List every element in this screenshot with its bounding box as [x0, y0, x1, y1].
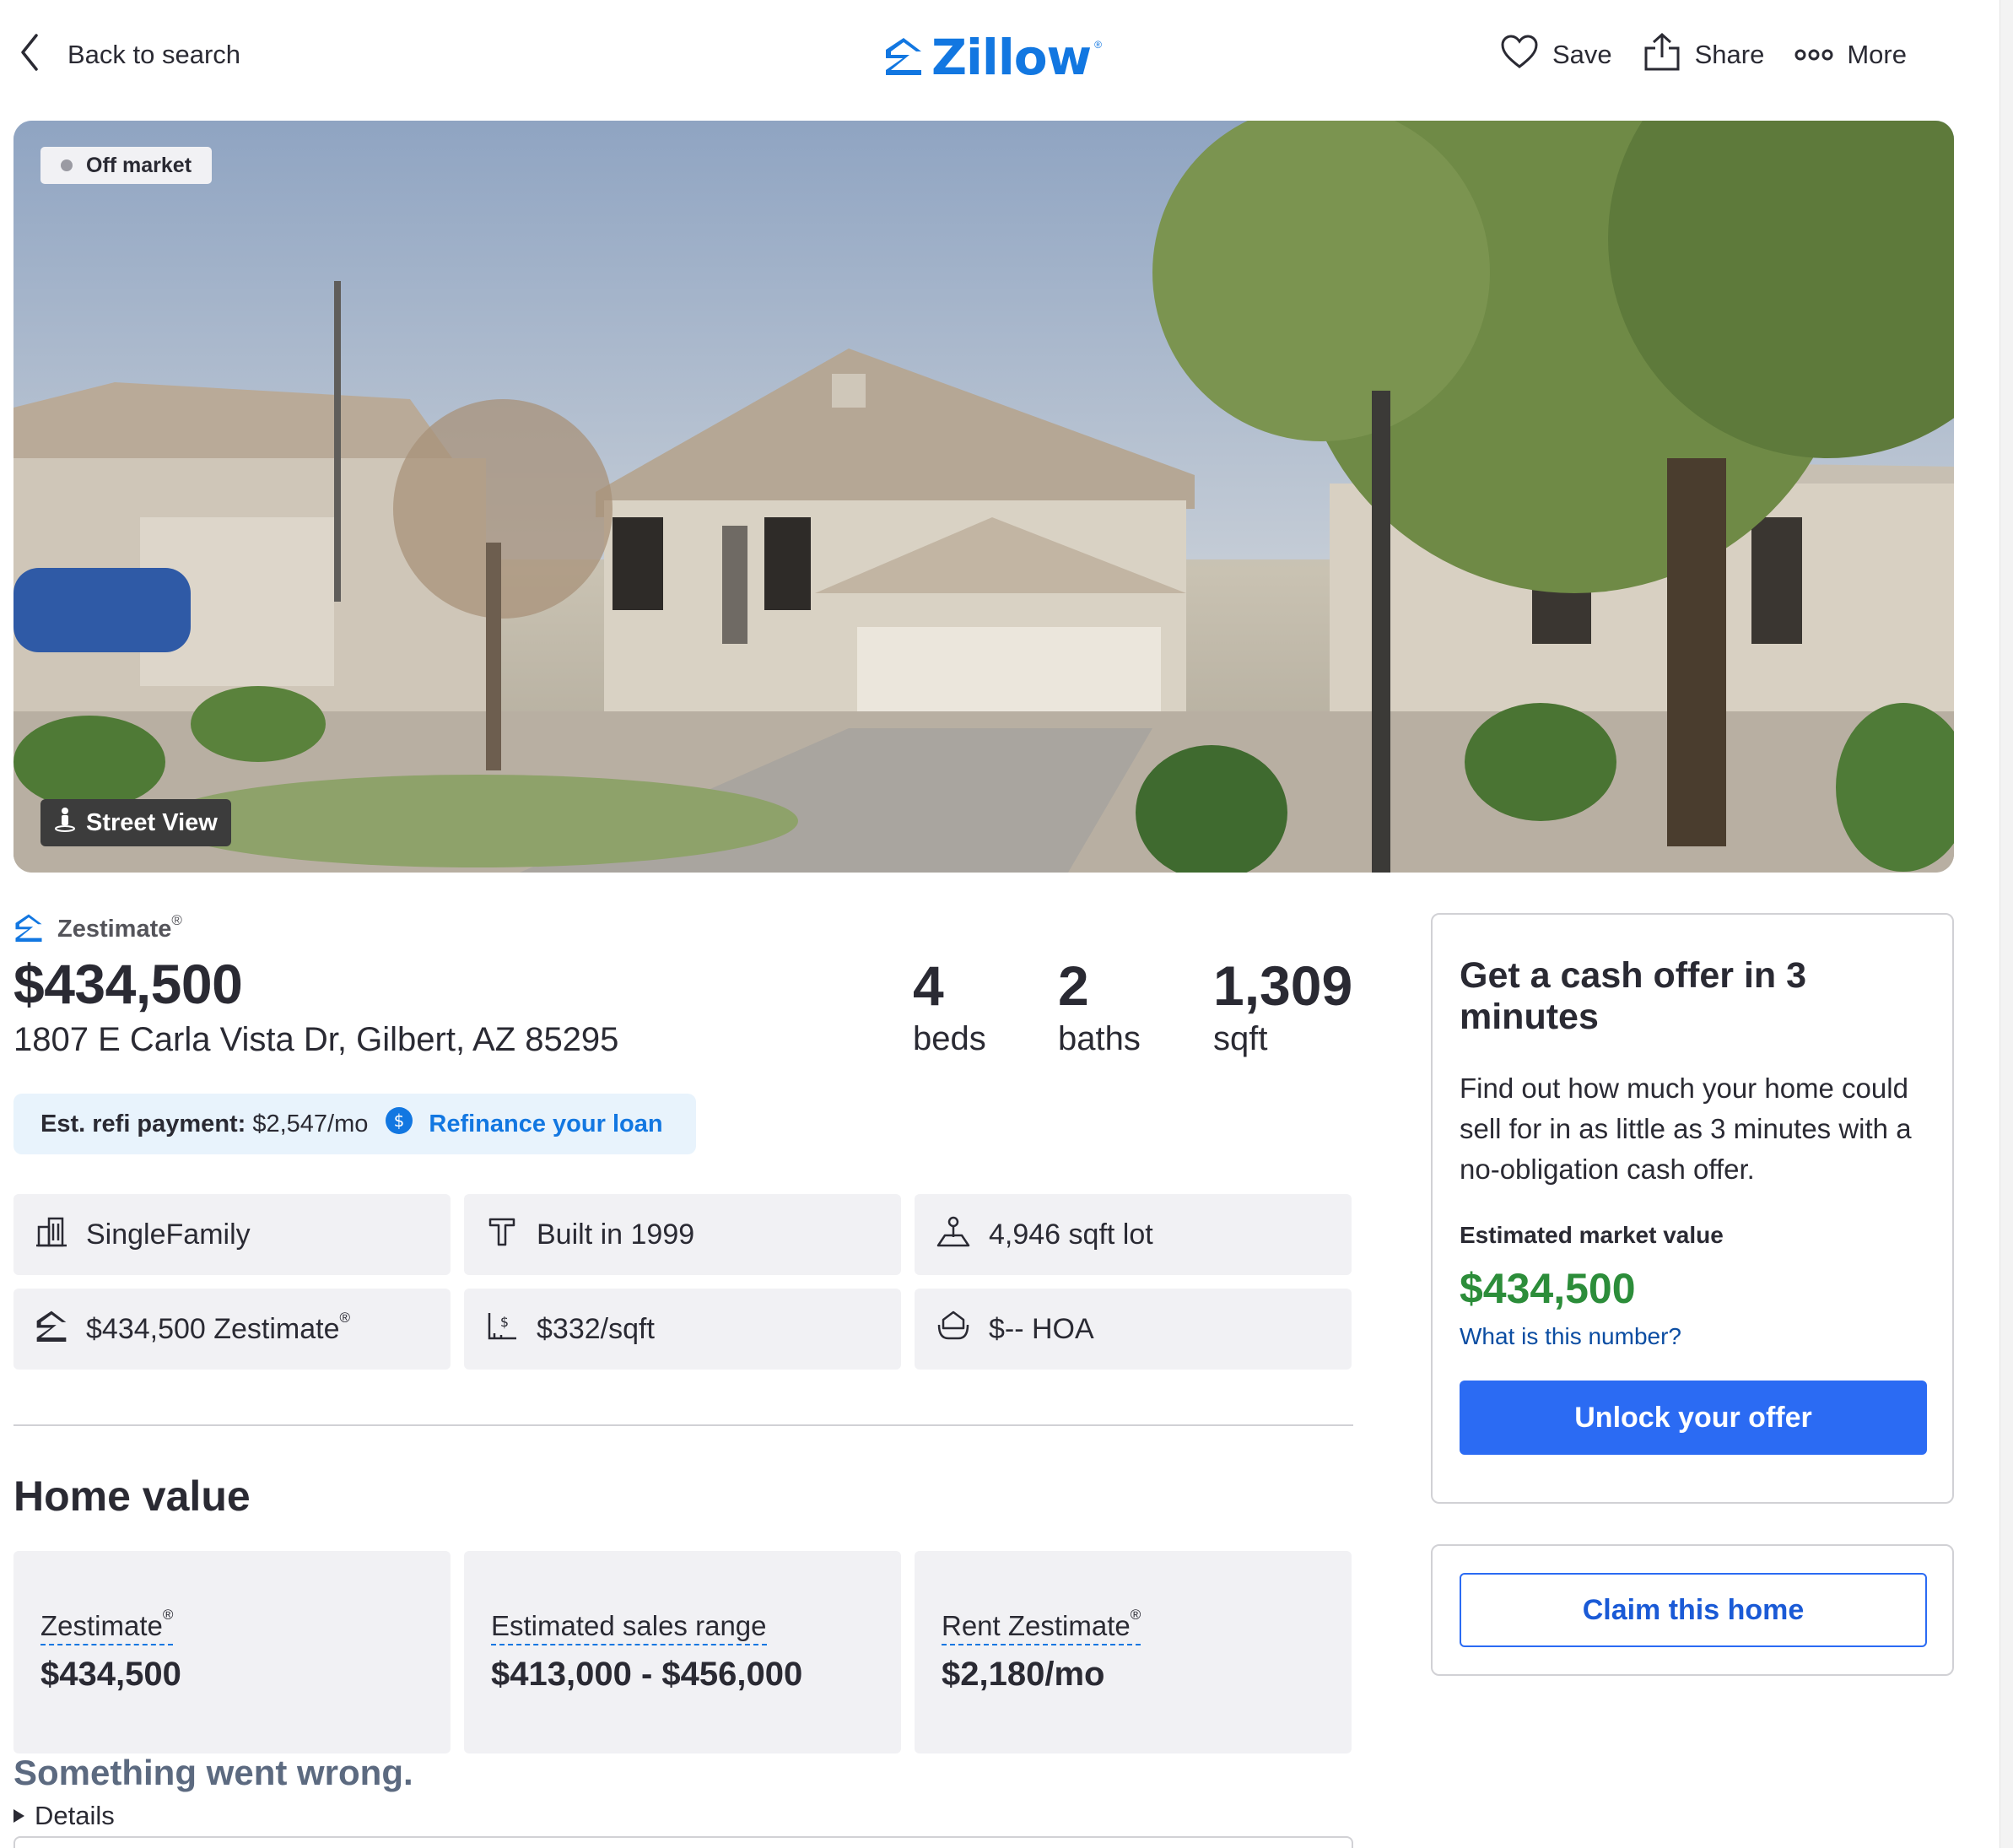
- header-actions: Save Share More: [1500, 32, 1907, 78]
- rent-zestimate-card-label[interactable]: Rent Zestimate®: [942, 1607, 1141, 1645]
- svg-text:$: $: [394, 1110, 405, 1131]
- zestimate-label: Zestimate®: [57, 912, 182, 943]
- cash-offer-title: Get a cash offer in 3 minutes: [1460, 955, 1807, 1037]
- registered-mark: ®: [1130, 1607, 1141, 1623]
- fact-tile-price-per-sqft: $ $332/sqft: [464, 1289, 901, 1370]
- off-market-label: Off market: [86, 153, 192, 177]
- street-view-label: Street View: [86, 808, 218, 836]
- property-address: 1807 E Carla Vista Dr, Gilbert, AZ 85295: [13, 1021, 619, 1058]
- back-to-search-label: Back to search: [67, 39, 241, 69]
- baths-fact: 2 baths: [1058, 954, 1213, 1060]
- share-icon: [1643, 32, 1681, 78]
- building-icon: [35, 1215, 67, 1255]
- zestimate-header: Zestimate®: [13, 912, 182, 946]
- refi-value: $2,547/mo: [252, 1110, 369, 1137]
- zestimate-card-label[interactable]: Zestimate®: [40, 1607, 174, 1645]
- beds-label: beds: [913, 1020, 986, 1057]
- hammer-icon: [486, 1215, 518, 1255]
- refi-banner: Est. refi payment: $2,547/mo $ Refinance…: [13, 1094, 696, 1154]
- hoa-icon: [936, 1310, 970, 1349]
- what-is-this-number-link[interactable]: What is this number?: [1460, 1323, 1925, 1350]
- embedded-frame-edge: [13, 1836, 1353, 1848]
- cash-offer-card: Get a cash offer in 3 minutes Find out h…: [1431, 913, 1954, 1504]
- claim-home-card: Claim this home: [1431, 1544, 1954, 1676]
- page-scrollbar[interactable]: [2000, 0, 2013, 1848]
- fact-tile-label: 4,946 sqft lot: [989, 1218, 1153, 1251]
- registered-mark: ®: [171, 912, 182, 928]
- rent-zestimate-card: Rent Zestimate® $2,180/mo: [915, 1551, 1352, 1753]
- zestimate-card-value: $434,500: [40, 1656, 181, 1693]
- baths-value: 2: [1058, 954, 1089, 1017]
- zillow-logo[interactable]: Zillow ®: [884, 29, 1102, 86]
- details-label: Details: [35, 1801, 115, 1830]
- street-view-button[interactable]: Street View: [40, 799, 231, 846]
- zestimate-card: Zestimate® $434,500: [13, 1551, 451, 1753]
- rent-zestimate-card-value: $2,180/mo: [942, 1656, 1105, 1693]
- back-to-search-link[interactable]: Back to search: [20, 34, 240, 75]
- refi-label: Est. refi payment:: [40, 1110, 246, 1137]
- cash-offer-body: Find out how much your home could sell f…: [1460, 1073, 1912, 1185]
- fact-tile-lot: 4,946 sqft lot: [915, 1194, 1352, 1275]
- save-button[interactable]: Save: [1500, 34, 1612, 76]
- share-label: Share: [1694, 40, 1765, 69]
- fact-tile-label: $332/sqft: [537, 1312, 655, 1345]
- price-per-sqft-icon: $: [486, 1310, 518, 1349]
- section-divider: [13, 1424, 1353, 1426]
- error-message: Something went wrong.: [13, 1753, 413, 1792]
- chevron-left-icon: [20, 34, 39, 75]
- bed-bath-sqft: 4 beds 2 baths 1,309 sqft: [913, 954, 1352, 1060]
- top-bar: Back to search Zillow ® Save Share More: [0, 0, 1966, 110]
- facts-grid: SingleFamily Built in 1999 4,946 sqft lo…: [13, 1194, 1353, 1370]
- status-dot-icon: [61, 159, 73, 171]
- off-market-badge: Off market: [40, 147, 213, 184]
- share-button[interactable]: Share: [1643, 32, 1765, 78]
- fact-tile-zestimate: $434,500 Zestimate®: [13, 1289, 451, 1370]
- fact-tile-label: Built in 1999: [537, 1218, 695, 1251]
- estimated-market-value-label: Estimated market value: [1460, 1222, 1724, 1248]
- fact-tile-hoa: $-- HOA: [915, 1289, 1352, 1370]
- more-label: More: [1847, 40, 1907, 69]
- beds-fact: 4 beds: [913, 954, 1058, 1060]
- unlock-offer-button[interactable]: Unlock your offer: [1460, 1381, 1927, 1455]
- sqft-fact: 1,309 sqft: [1213, 954, 1352, 1060]
- beds-value: 4: [913, 954, 944, 1017]
- fact-tile-label: $434,500 Zestimate®: [86, 1309, 351, 1345]
- zestimate-logo-icon: [13, 913, 44, 946]
- zillow-wordmark: Zillow: [931, 29, 1092, 86]
- heart-icon: [1500, 34, 1539, 76]
- more-dots-icon: [1794, 40, 1833, 70]
- more-button[interactable]: More: [1794, 40, 1907, 70]
- registered-mark: ®: [339, 1309, 351, 1326]
- home-price: $434,500: [13, 953, 243, 1015]
- sales-range-card-label[interactable]: Estimated sales range: [491, 1610, 767, 1645]
- zillow-mark-icon: [884, 36, 923, 79]
- property-photo[interactable]: Off market Street View: [13, 121, 1954, 873]
- save-label: Save: [1552, 40, 1612, 69]
- fact-tile-built: Built in 1999: [464, 1194, 901, 1275]
- sales-range-card: Estimated sales range $413,000 - $456,00…: [464, 1551, 901, 1753]
- details-toggle[interactable]: Details: [13, 1801, 115, 1831]
- sqft-value: 1,309: [1213, 954, 1353, 1017]
- sqft-label: sqft: [1213, 1020, 1268, 1057]
- fact-tile-label: SingleFamily: [86, 1218, 251, 1251]
- lot-icon: [936, 1215, 970, 1255]
- refinance-link[interactable]: Refinance your loan: [429, 1110, 662, 1138]
- registered-mark: ®: [162, 1607, 174, 1623]
- claim-home-button[interactable]: Claim this home: [1460, 1573, 1927, 1647]
- street-view-image: [13, 121, 1954, 873]
- zillow-registered-mark: ®: [1094, 39, 1102, 51]
- disclosure-triangle-icon: [13, 1809, 24, 1823]
- baths-label: baths: [1058, 1020, 1141, 1057]
- fact-tile-label: $-- HOA: [989, 1312, 1094, 1345]
- sales-range-card-value: $413,000 - $456,000: [491, 1656, 803, 1693]
- estimated-market-value: $434,500: [1460, 1265, 1636, 1312]
- zestimate-logo-icon: [35, 1310, 67, 1349]
- pegman-icon: [54, 807, 76, 839]
- dollar-circle-icon: $: [385, 1106, 413, 1142]
- home-value-title: Home value: [13, 1472, 251, 1520]
- fact-tile-type: SingleFamily: [13, 1194, 451, 1275]
- home-value-cards: Zestimate® $434,500 Estimated sales rang…: [13, 1551, 1352, 1753]
- svg-text:$: $: [500, 1314, 509, 1330]
